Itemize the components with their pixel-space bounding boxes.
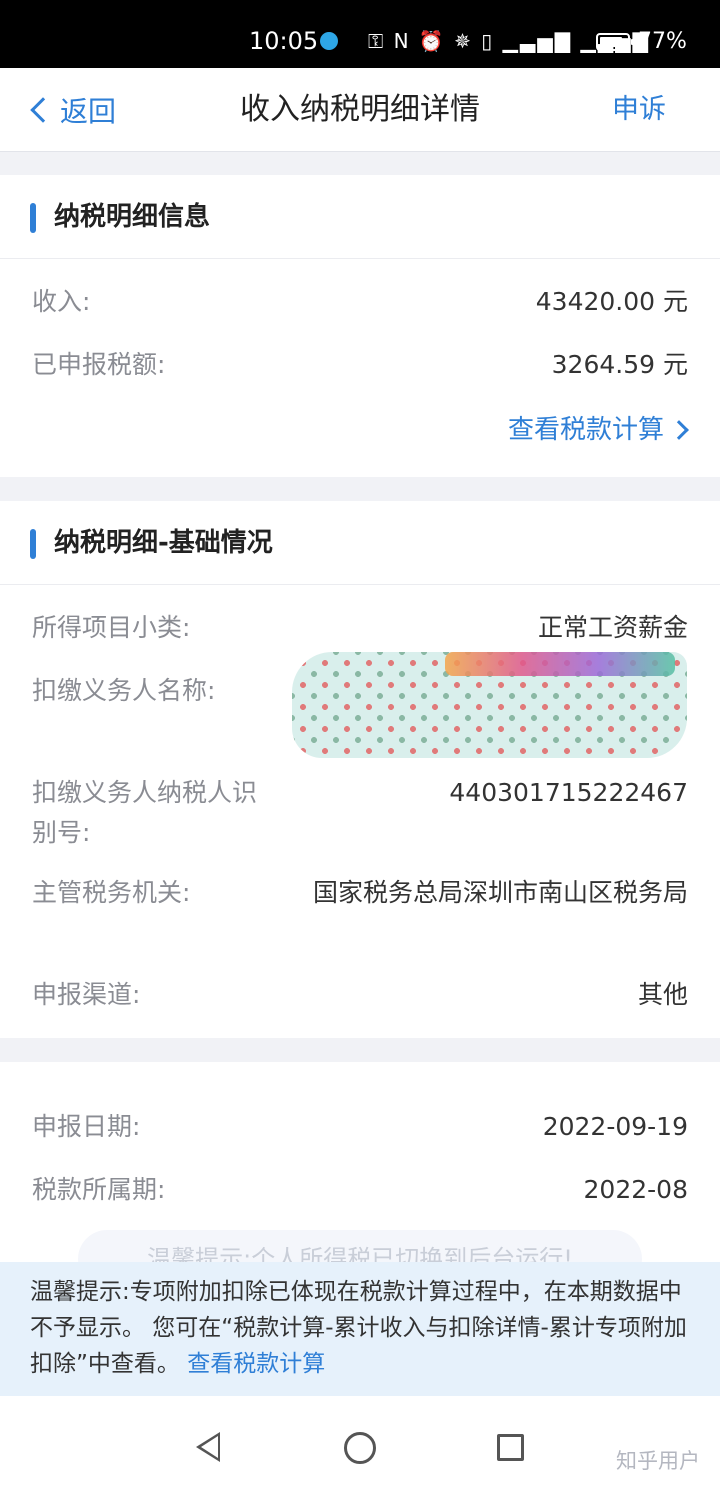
tip-text: 温馨提示:专项附加扣除已体现在税款计算过程中，在本期数据中不予显示。 您可在“税… <box>30 1279 687 1377</box>
tip-view-calc-link[interactable]: 查看税款计算 <box>187 1351 325 1377</box>
declaration-date-row: 申报日期: 2022-09-19 <box>32 1107 688 1147</box>
income-subcategory-row: 所得项目小类: 正常工资薪金 <box>32 608 688 648</box>
tax-period-row: 税款所属期: 2022-08 <box>32 1170 688 1210</box>
agent-taxpayer-id-row: 扣缴义务人纳税人识别号: 440301715222467 <box>32 773 688 853</box>
back-button[interactable]: 返回 <box>28 90 116 130</box>
tax-authority-row: 主管税务机关: 国家税务总局深圳市南山区税务局 <box>32 873 688 913</box>
tax-period-label: 税款所属期: <box>32 1175 166 1204</box>
income-subcategory-label: 所得项目小类: <box>32 613 191 642</box>
tax-authority-label: 主管税务机关: <box>32 878 191 907</box>
agent-taxpayer-id-value: 440301715222467 <box>449 778 688 807</box>
declaration-date-label: 申报日期: <box>32 1112 141 1141</box>
section-marker <box>30 203 36 233</box>
income-value: 43420.00 元 <box>535 287 688 316</box>
watermark: 知乎用户 <box>616 1449 700 1473</box>
redaction-mark <box>445 652 675 676</box>
agent-taxpayer-id-label: 扣缴义务人纳税人识别号: <box>32 778 258 847</box>
tip-banner: 温馨提示:专项附加扣除已体现在税款计算过程中，在本期数据中不予显示。 您可在“税… <box>0 1262 720 1396</box>
income-row: 收入: 43420.00 元 <box>32 282 688 322</box>
battery-icon <box>596 33 634 51</box>
section-header: 纳税明细信息 <box>0 175 720 259</box>
declaration-channel-row: 申报渠道: 其他 <box>32 975 688 1015</box>
section-marker <box>30 529 36 559</box>
appeal-button[interactable]: 申诉 <box>612 90 666 130</box>
withholding-agent-label: 扣缴义务人名称: <box>32 676 216 705</box>
back-label: 返回 <box>60 95 117 128</box>
battery-percent: 77% <box>638 29 687 54</box>
chevron-right-icon <box>669 420 689 440</box>
income-subcategory-value: 正常工资薪金 <box>537 613 688 642</box>
nav-back-icon[interactable] <box>196 1432 220 1462</box>
section-header: 纳税明细-基础情况 <box>0 501 720 585</box>
declaration-date-value: 2022-09-19 <box>542 1112 688 1141</box>
status-time: 10:05 <box>249 27 319 55</box>
declared-tax-label: 已申报税额: <box>32 350 166 379</box>
notification-icon <box>320 32 338 50</box>
tax-authority-value: 国家税务总局深圳市南山区税务局 <box>312 878 688 907</box>
declaration-channel-label: 申报渠道: <box>32 980 141 1009</box>
basic-info-card: 纳税明细-基础情况 所得项目小类: 正常工资薪金 扣缴义务人名称: 扣缴义务人纳… <box>0 501 720 1038</box>
declared-tax-row: 已申报税额: 3264.59 元 <box>32 345 688 385</box>
section-title: 纳税明细信息 <box>54 202 211 232</box>
status-bar: 10:05 ⚿ N ⏰ ✵ ▯ ▁▃▅▇ ▁▃▅▇ 77% <box>0 0 720 68</box>
nav-header: 返回 收入纳税明细详情 申诉 <box>0 68 720 152</box>
nav-home-icon[interactable] <box>344 1432 376 1464</box>
declared-tax-value: 3264.59 元 <box>551 350 688 379</box>
declaration-channel-value: 其他 <box>637 980 688 1009</box>
income-label: 收入: <box>32 287 91 316</box>
nav-recents-icon[interactable] <box>497 1434 524 1461</box>
tax-period-value: 2022-08 <box>583 1175 688 1204</box>
tax-detail-card: 纳税明细信息 收入: 43420.00 元 已申报税额: 3264.59 元 查… <box>0 175 720 477</box>
section-title: 纳税明细-基础情况 <box>54 528 273 558</box>
view-tax-calc-label: 查看税款计算 <box>507 415 664 445</box>
view-tax-calc-link[interactable]: 查看税款计算 <box>507 410 689 450</box>
chevron-left-icon <box>30 97 56 123</box>
